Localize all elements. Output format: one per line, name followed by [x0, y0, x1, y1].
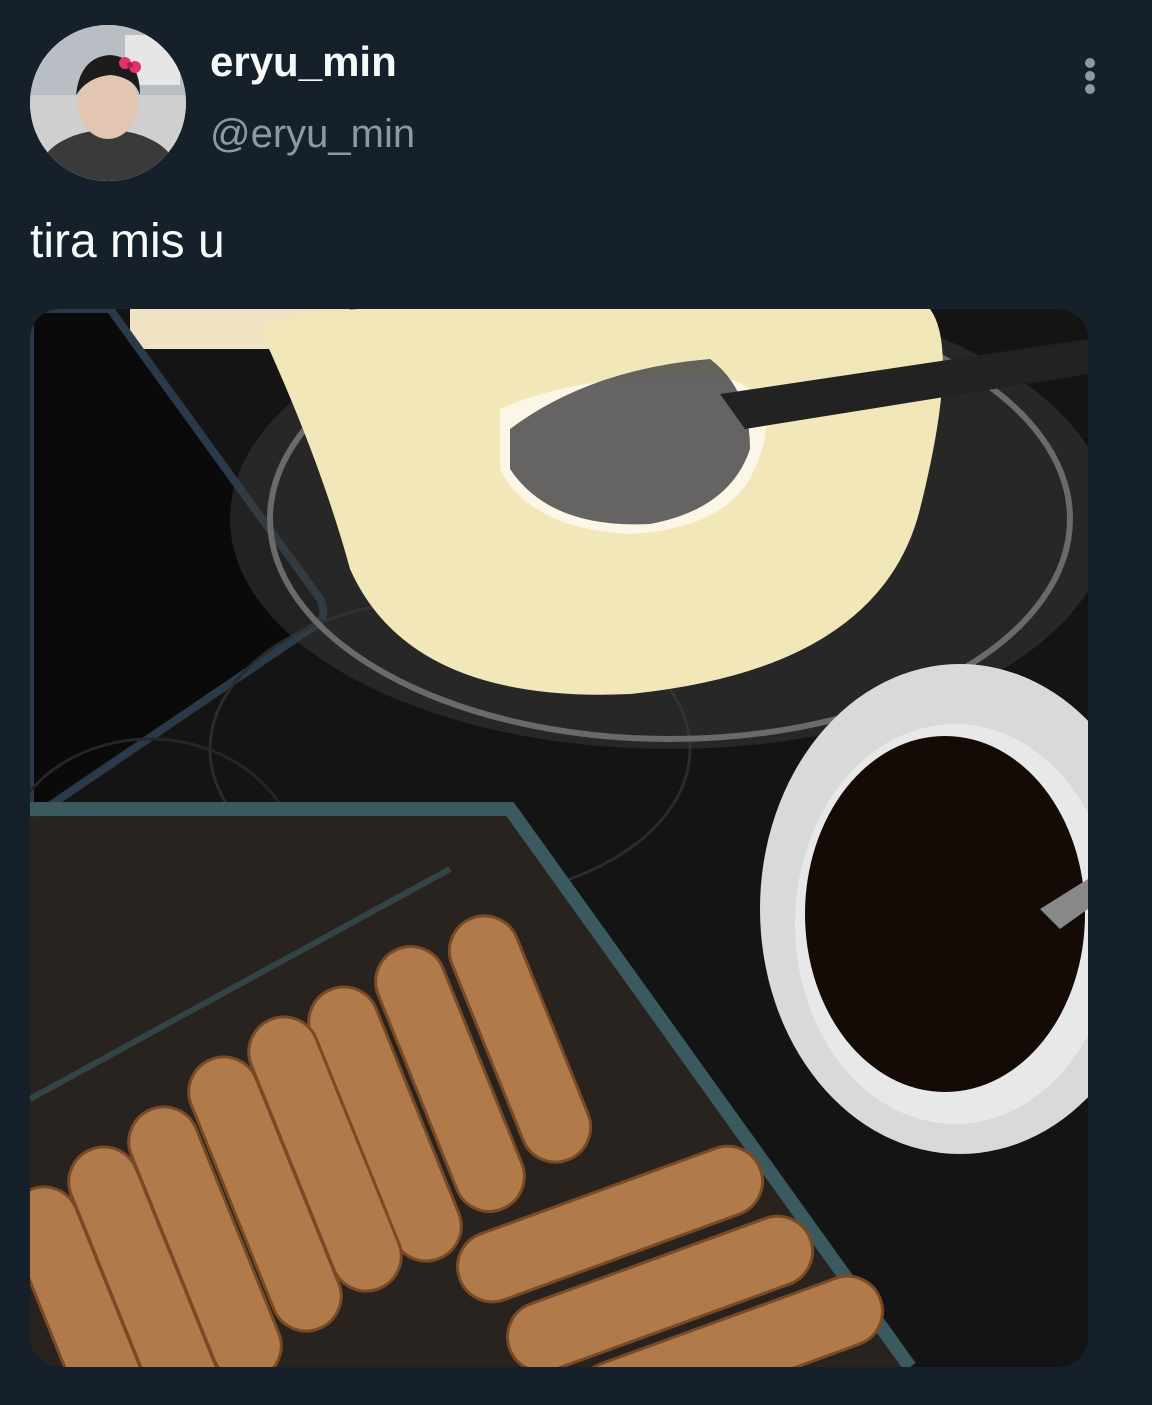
tweet-text: tira mis u [30, 215, 225, 268]
tweet-photo[interactable] [30, 309, 1088, 1367]
tiramisu-photo [30, 309, 1088, 1367]
avatar-photo [30, 25, 186, 181]
more-vertical-icon[interactable] [1072, 54, 1108, 98]
more-dot [1085, 71, 1095, 81]
display-name[interactable]: eryu_min [210, 38, 397, 86]
tweet: eryu_min @eryu_min tira mis u [0, 0, 1152, 1405]
handle[interactable]: @eryu_min [210, 112, 415, 157]
avatar[interactable] [30, 25, 186, 181]
more-dot [1085, 84, 1095, 94]
more-dot [1085, 58, 1095, 68]
